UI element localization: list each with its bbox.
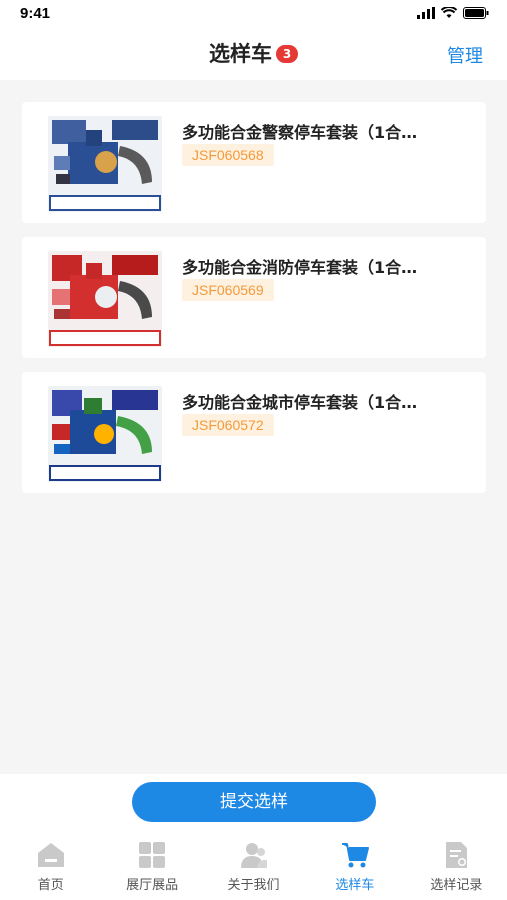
nav-bar: 选样车 3 管理 [0, 28, 507, 80]
product-image-fire[interactable] [48, 251, 162, 347]
item-title: 多功能合金城市停车套装（1合… [182, 393, 418, 412]
item-code: JSF060568 [182, 144, 274, 166]
users-icon [240, 843, 267, 868]
signal-icon [417, 7, 435, 19]
manage-button[interactable]: 管理 [447, 42, 483, 68]
tab-label: 首页 [37, 878, 64, 893]
status-icons [417, 7, 489, 19]
list-item[interactable]: 多功能合金城市停车套装（1合… JSF060572 [22, 372, 486, 493]
product-image-police[interactable] [48, 116, 162, 212]
cart-icon [341, 843, 369, 868]
tab-label: 展厅展品 [126, 878, 179, 893]
tab-home[interactable]: 首页 [0, 836, 101, 896]
product-image-city[interactable] [48, 386, 162, 482]
footer: 提交选样 首页 展厅展品 关于我们 选样车 选样记录 [0, 774, 507, 900]
wifi-icon [441, 7, 457, 18]
item-title: 多功能合金警察停车套装（1合… [182, 123, 418, 142]
list-item[interactable]: 多功能合金消防停车套装（1合… JSF060569 [22, 237, 486, 358]
page-title: 选样车 3 [0, 38, 507, 68]
battery-icon [463, 7, 489, 19]
item-code: JSF060569 [182, 279, 274, 301]
grid-icon [139, 842, 166, 868]
record-icon [446, 842, 468, 868]
count-badge: 3 [276, 45, 298, 63]
list-item[interactable]: 多功能合金警察停车套装（1合… JSF060568 [22, 102, 486, 223]
tab-showroom[interactable]: 展厅展品 [101, 836, 202, 896]
status-bar: 9:41 [0, 0, 507, 28]
status-time: 9:41 [20, 5, 51, 22]
tab-sample-cart[interactable]: 选样车 [304, 836, 405, 896]
item-code: JSF060572 [182, 414, 274, 436]
item-title: 多功能合金消防停车套装（1合… [182, 258, 418, 277]
tab-label: 选样车 [335, 878, 375, 893]
tab-about[interactable]: 关于我们 [203, 836, 304, 896]
tab-bar: 首页 展厅展品 关于我们 选样车 选样记录 [0, 836, 507, 896]
home-icon [37, 843, 64, 867]
tab-label: 选样记录 [430, 878, 483, 893]
sample-list: 多功能合金警察停车套装（1合… JSF060568 多功能合金消防停车套装（1合… [22, 102, 486, 507]
submit-selection-button[interactable]: 提交选样 [132, 782, 376, 822]
tab-sample-records[interactable]: 选样记录 [406, 836, 507, 896]
tab-label: 关于我们 [227, 878, 280, 893]
page-title-text: 选样车 [209, 42, 272, 66]
